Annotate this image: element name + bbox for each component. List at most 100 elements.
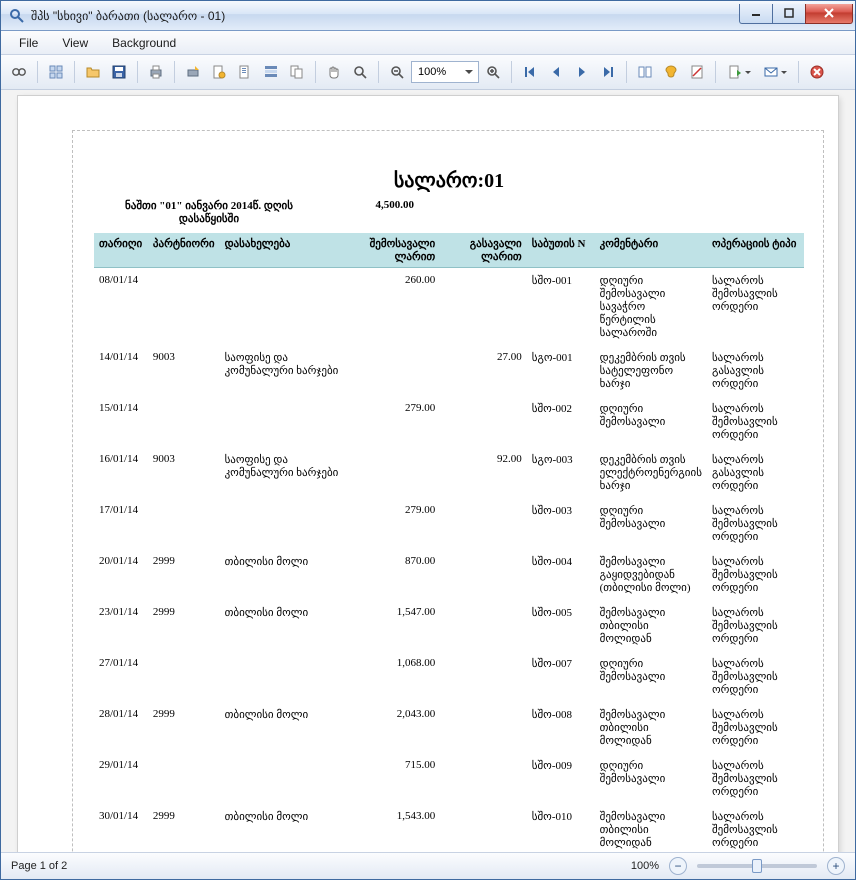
zoom-in-button[interactable]: + [827, 857, 845, 875]
save-icon[interactable] [107, 60, 131, 84]
cell-income: 715.00 [361, 753, 440, 804]
cell-income: 1,547.00 [361, 600, 440, 651]
zoom-in-icon[interactable] [481, 60, 505, 84]
hand-tool-icon[interactable] [322, 60, 346, 84]
multipage-icon[interactable] [633, 60, 657, 84]
scale-icon[interactable] [285, 60, 309, 84]
col-comment: კომენტარი [595, 233, 707, 268]
cell-optype: სალაროს შემოსავლის ორდერი [707, 498, 804, 549]
cell-name [220, 268, 361, 346]
zoom-slider[interactable] [697, 864, 817, 868]
minimize-button[interactable] [739, 4, 773, 24]
cell-income [361, 447, 440, 498]
cell-partner [148, 268, 220, 346]
col-date: თარიღი [94, 233, 148, 268]
email-button[interactable] [758, 60, 792, 84]
cell-date: 27/01/14 [94, 651, 148, 702]
opening-balance: 4,500.00 [324, 199, 414, 225]
cell-doc: სშო-002 [527, 396, 595, 447]
menu-view[interactable]: View [52, 33, 98, 53]
app-icon [9, 8, 25, 24]
cell-name: თბილისი მოლი [220, 702, 361, 753]
col-doc: საბუთის N [527, 233, 595, 268]
cell-income [361, 345, 440, 396]
col-name: დასახელება [220, 233, 361, 268]
table-row: 16/01/149003საოფისე და კომუნალური ხარჯებ… [94, 447, 804, 498]
cell-doc: სგო-003 [527, 447, 595, 498]
zoom-slider-thumb[interactable] [752, 859, 762, 873]
cell-comment: შემოსავალი თბილისი მოლიდან [595, 702, 707, 753]
table-row: 28/01/142999თბილისი მოლი2,043.00სშო-008შ… [94, 702, 804, 753]
separator [315, 61, 316, 83]
maximize-button[interactable] [772, 4, 806, 24]
cell-comment: შემოსავალი თბილისი მოლიდან [595, 804, 707, 853]
cell-name [220, 651, 361, 702]
cell-date: 08/01/14 [94, 268, 148, 346]
zoom-combo[interactable]: 100% [411, 61, 479, 83]
separator [511, 61, 512, 83]
toolbar: 100% [1, 55, 855, 90]
cell-partner: 9003 [148, 447, 220, 498]
cell-date: 17/01/14 [94, 498, 148, 549]
zoom-out-button[interactable]: − [669, 857, 687, 875]
cell-expense [440, 268, 527, 346]
open-icon[interactable] [81, 60, 105, 84]
prev-page-icon[interactable] [544, 60, 568, 84]
print-icon[interactable] [144, 60, 168, 84]
separator [174, 61, 175, 83]
last-page-icon[interactable] [596, 60, 620, 84]
cell-expense: 27.00 [440, 345, 527, 396]
table-row: 23/01/142999თბილისი მოლი1,547.00სშო-005შ… [94, 600, 804, 651]
cell-income: 2,043.00 [361, 702, 440, 753]
table-row: 20/01/142999თბილისი მოლი870.00სშო-004შემ… [94, 549, 804, 600]
cell-partner: 2999 [148, 804, 220, 853]
zoom-label: 100% [631, 860, 659, 872]
first-page-icon[interactable] [518, 60, 542, 84]
titlebar: შპს "სხივი" ბარათი (სალარო - 01) [1, 1, 855, 31]
cell-comment: დღიური შემოსავალი [595, 498, 707, 549]
report-subtitle: ნაშთი "01" იანვარი 2014წ. დღის დასაწყისშ… [94, 199, 324, 225]
cell-expense [440, 498, 527, 549]
cell-optype: სალაროს შემოსავლის ორდერი [707, 702, 804, 753]
menu-file[interactable]: File [9, 33, 48, 53]
cell-expense [440, 549, 527, 600]
separator [74, 61, 75, 83]
cell-date: 30/01/14 [94, 804, 148, 853]
report-viewport[interactable]: სალარო:01 ნაშთი "01" იანვარი 2014წ. დღის… [1, 90, 855, 853]
thumbnails-icon[interactable] [44, 60, 68, 84]
magnifier-icon[interactable] [348, 60, 372, 84]
close-button[interactable] [805, 4, 853, 24]
header-footer-icon[interactable] [259, 60, 283, 84]
col-income: შემოსავალი ლარით [361, 233, 440, 268]
watermark-icon[interactable] [685, 60, 709, 84]
table-row: 29/01/14715.00სშო-009დღიური შემოსავალისა… [94, 753, 804, 804]
cell-partner: 9003 [148, 345, 220, 396]
search-icon[interactable] [7, 60, 31, 84]
cell-date: 20/01/14 [94, 549, 148, 600]
cell-doc: სშო-008 [527, 702, 595, 753]
report-page: სალარო:01 ნაშთი "01" იანვარი 2014წ. დღის… [18, 96, 838, 853]
cell-date: 16/01/14 [94, 447, 148, 498]
quick-print-icon[interactable] [181, 60, 205, 84]
cell-doc: სშო-009 [527, 753, 595, 804]
cell-income: 870.00 [361, 549, 440, 600]
cell-expense: 92.00 [440, 447, 527, 498]
cell-income: 279.00 [361, 396, 440, 447]
page-setup-icon[interactable] [207, 60, 231, 84]
exit-icon[interactable] [805, 60, 829, 84]
next-page-icon[interactable] [570, 60, 594, 84]
menu-background[interactable]: Background [102, 33, 186, 53]
export-button[interactable] [722, 60, 756, 84]
report-title: სალარო:01 [94, 168, 804, 193]
cell-optype: სალაროს შემოსავლის ორდერი [707, 268, 804, 346]
table-header-row: თარიღი პარტნიორი დასახელება შემოსავალი ლ… [94, 233, 804, 268]
menubar: File View Background [1, 31, 855, 55]
app-window: შპს "სხივი" ბარათი (სალარო - 01) File Vi… [0, 0, 856, 880]
zoom-out-icon[interactable] [385, 60, 409, 84]
cell-partner: 2999 [148, 549, 220, 600]
cell-date: 14/01/14 [94, 345, 148, 396]
edit-page-icon[interactable] [233, 60, 257, 84]
cell-income: 1,543.00 [361, 804, 440, 853]
color-icon[interactable] [659, 60, 683, 84]
cell-name: თბილისი მოლი [220, 804, 361, 853]
